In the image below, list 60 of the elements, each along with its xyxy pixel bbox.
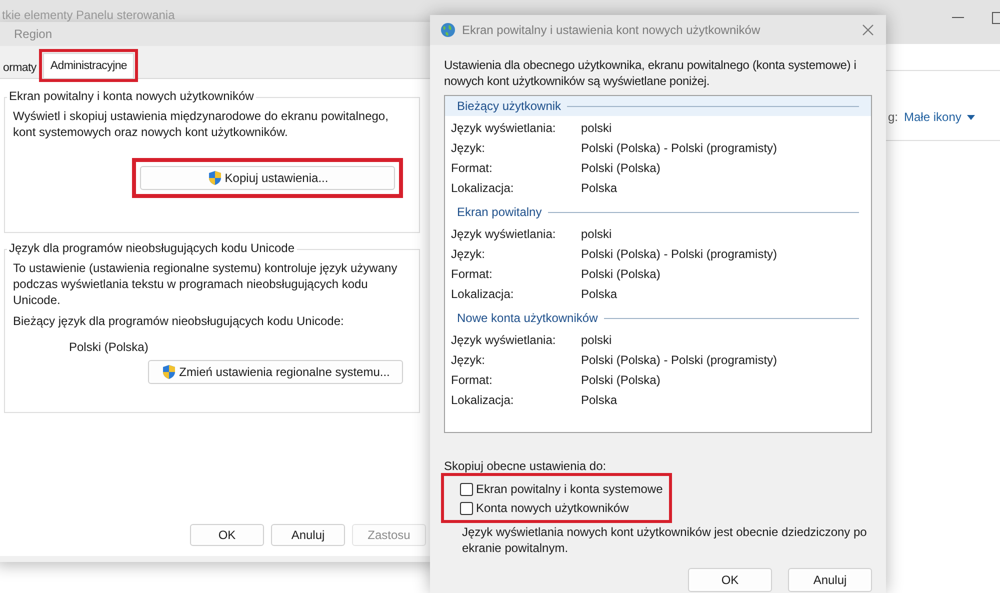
setting-label: Lokalizacja: (451, 286, 515, 302)
intro-text: Ustawienia dla obecnego użytkownika, ekranu powitalnego (konta systemowe) i nowych kont użytkowników są wyświetlane poniżej. (444, 57, 858, 89)
setting-value: polski (581, 332, 613, 348)
setting-value: Polska (581, 392, 618, 408)
system-locale-button[interactable]: Zmień ustawienia regionalne systemu... (148, 360, 403, 384)
setting-value: Polski (Polska) - Polski (programisty) (581, 140, 778, 156)
setting-value: Polska (581, 180, 618, 196)
setting-label: Język wyświetlania: (451, 120, 557, 136)
dialog-button[interactable]: Anuluj (788, 568, 872, 592)
current-language-label: Bieżący język dla programów nieobsługujących kodu Unicode: (13, 314, 345, 328)
group-title: Ekran powitalny i konta nowych użytkowników (7, 89, 256, 103)
setting-label: Lokalizacja: (451, 392, 515, 408)
checkbox-label: Konta nowych użytkowników (476, 501, 629, 515)
setting-value: Polski (Polska) (581, 266, 662, 282)
dialog-button[interactable]: OK (688, 568, 772, 592)
setting-value: Polski (Polska) (581, 372, 662, 388)
close-icon[interactable] (862, 24, 874, 36)
checkbox[interactable] (460, 502, 473, 514)
section-header[interactable]: Ekran powitalny (445, 202, 871, 222)
setting-label: Język: (451, 140, 486, 156)
copy-label: Skopiuj obecne ustawienia do: (444, 459, 608, 473)
setting-label: Język: (451, 246, 486, 262)
section-title: Ekran powitalny (457, 205, 542, 219)
section-header[interactable]: Nowe konta użytkowników (445, 308, 871, 328)
view-label: g: (888, 110, 898, 124)
window-title: Ekran powitalny i ustawienia kont nowych użytkowników (462, 23, 760, 37)
globe-icon (440, 22, 456, 38)
setting-label: Lokalizacja: (451, 180, 515, 196)
description-text: Wyświetl i skopiuj ustawienia międzynarodowe do ekranu powitalnego, kont systemowych oraz nowych kont użytkowników. (13, 108, 390, 140)
dialog-button[interactable]: Anuluj (271, 524, 345, 546)
section-header[interactable]: Bieżący użytkownik (445, 96, 871, 116)
section-title: Bieżący użytkownik (457, 99, 562, 113)
current-language-value: Polski (Polska) (69, 340, 150, 354)
note-text: Język wyświetlania nowych kont użytkowników jest obecnie dziedziczony po ekranie powitalnym. (462, 524, 868, 556)
group-title: Język dla programów nieobsługujących kodu Unicode (7, 241, 296, 255)
shield-icon (206, 170, 223, 186)
tab[interactable]: ormaty (0, 57, 44, 78)
view-dropdown[interactable]: Małe ikony (904, 110, 976, 124)
description-text: To ustawienie (ustawienia regionalne systemu) kontroluje język używany podczas wyświetlania tekstu w programach nieobsługujących kodu Unicode. (13, 260, 398, 308)
section-title: Nowe konta użytkowników (457, 311, 598, 325)
setting-value: Polski (Polska) - Polski (programisty) (581, 352, 778, 368)
setting-label: Język wyświetlania: (451, 332, 557, 348)
setting-value: Polska (581, 286, 618, 302)
setting-label: Język wyświetlania: (451, 226, 557, 242)
setting-value: polski (581, 120, 613, 136)
setting-label: Format: (451, 266, 494, 282)
setting-label: Język: (451, 352, 486, 368)
setting-value: Polski (Polska) - Polski (programisty) (581, 246, 778, 262)
shield-icon (161, 364, 178, 380)
dialog-button[interactable]: OK (190, 524, 264, 546)
setting-label: Format: (451, 372, 494, 388)
checkbox-label: Ekran powitalny i konta systemowe (476, 482, 663, 496)
setting-label: Format: (451, 160, 494, 176)
window-title: tkie elementy Panelu sterowania (2, 8, 175, 22)
copy-settings-button[interactable]: Kopiuj ustawienia... (140, 166, 395, 190)
caret-icon (967, 114, 976, 120)
setting-value: polski (581, 226, 613, 242)
setting-value: Polski (Polska) (581, 160, 662, 176)
window-title: Region (14, 27, 52, 41)
checkbox[interactable] (460, 482, 473, 496)
